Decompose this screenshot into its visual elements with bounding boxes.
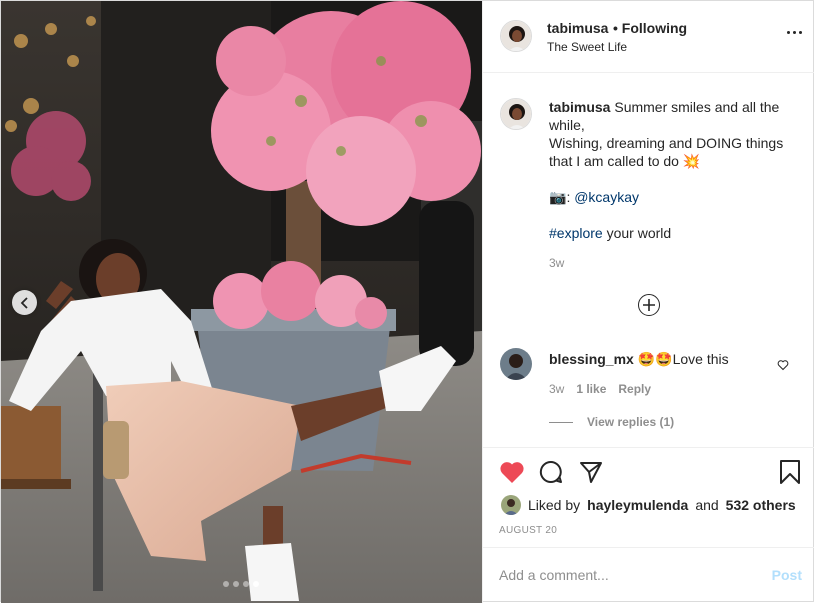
carousel-prev-button[interactable] [12,290,37,315]
post-photo[interactable] [1,1,482,603]
view-replies-label: View replies (1) [587,415,675,429]
post-dialog: tabimusa • Following The Sweet Life tabi… [0,0,814,603]
following-status[interactable]: • Following [613,20,687,36]
speech-bubble-icon [539,460,562,483]
post-comment-button[interactable]: Post [772,567,802,583]
commenter-avatar[interactable] [500,348,532,380]
commenter-avatar-image [500,348,532,380]
post-caption: tabimusa Summer smiles and all the while… [549,99,784,241]
likes-summary: Liked by hayleymulenda and 532 others [501,495,796,515]
load-more-comments-button[interactable] [638,294,660,316]
chevron-left-icon [20,296,28,309]
heart-outline-icon [777,360,789,371]
liker-avatar-image [501,495,521,515]
comment-like-button[interactable] [777,358,789,374]
post-location[interactable]: The Sweet Life [547,40,627,54]
caption-timestamp[interactable]: 3w [549,256,564,270]
comment-button[interactable] [539,460,563,487]
comment-like-count[interactable]: 1 like [576,382,606,396]
camera-emoji: 📷 [549,189,567,205]
comment-reply-button[interactable]: Reply [618,382,651,396]
plus-icon [643,299,655,311]
author-avatar-image [501,21,531,51]
post-sidebar: tabimusa • Following The Sweet Life tabi… [482,1,814,603]
more-dot-icon [799,31,802,34]
more-dot-icon [787,31,790,34]
post-date[interactable]: AUGUST 20 [499,525,557,536]
commenter-username[interactable]: blessing_mx [549,351,634,367]
liked-by-and: and [695,497,719,513]
comment-text: Love this [672,351,729,367]
comment-input[interactable] [499,562,749,588]
star-eyes-emoji: 🤩🤩 [637,351,673,367]
like-button[interactable] [499,460,525,487]
carousel-dot [253,581,259,587]
bookmark-icon [780,460,800,484]
comment-composer: Post [483,547,814,603]
carousel-dot [223,581,229,587]
post-actions: Liked by hayleymulenda and 532 others AU… [483,447,814,547]
view-replies-button[interactable]: View replies (1) [549,415,674,429]
author-avatar[interactable] [500,20,532,52]
comment-body: blessing_mx 🤩🤩Love this [549,351,729,368]
caption-line-2: Wishing, dreaming and DOING things that … [549,135,784,169]
liker-avatar[interactable] [501,495,521,515]
replies-divider [549,421,573,423]
carousel-indicator [223,581,259,587]
liked-by-user[interactable]: hayleymulenda [587,497,688,513]
more-dot-icon [793,31,796,34]
author-username[interactable]: tabimusa [547,20,608,36]
caption-avatar-image [501,99,531,129]
explosion-emoji: 💥 [682,153,701,169]
hashtag-suffix: your world [606,225,672,241]
caption-username[interactable]: tabimusa [549,99,610,115]
heart-filled-icon [500,462,524,483]
liked-by-prefix: Liked by [528,497,581,513]
photographer-mention[interactable]: @kcaykay [574,189,639,205]
comment-timestamp[interactable]: 3w [549,382,564,396]
likes-count[interactable]: 532 others [726,497,796,513]
save-button[interactable] [779,460,801,487]
post-header: tabimusa • Following The Sweet Life [483,1,814,73]
carousel-dot [233,581,239,587]
share-button[interactable] [579,460,603,487]
more-options-button[interactable] [787,31,802,34]
paper-plane-icon [580,462,602,483]
caption-avatar[interactable] [500,98,532,130]
carousel-dot [243,581,249,587]
explore-hashtag[interactable]: #explore [549,225,603,241]
comment-meta: 3w 1 like Reply [549,382,651,396]
photo-illustration [1,1,482,603]
